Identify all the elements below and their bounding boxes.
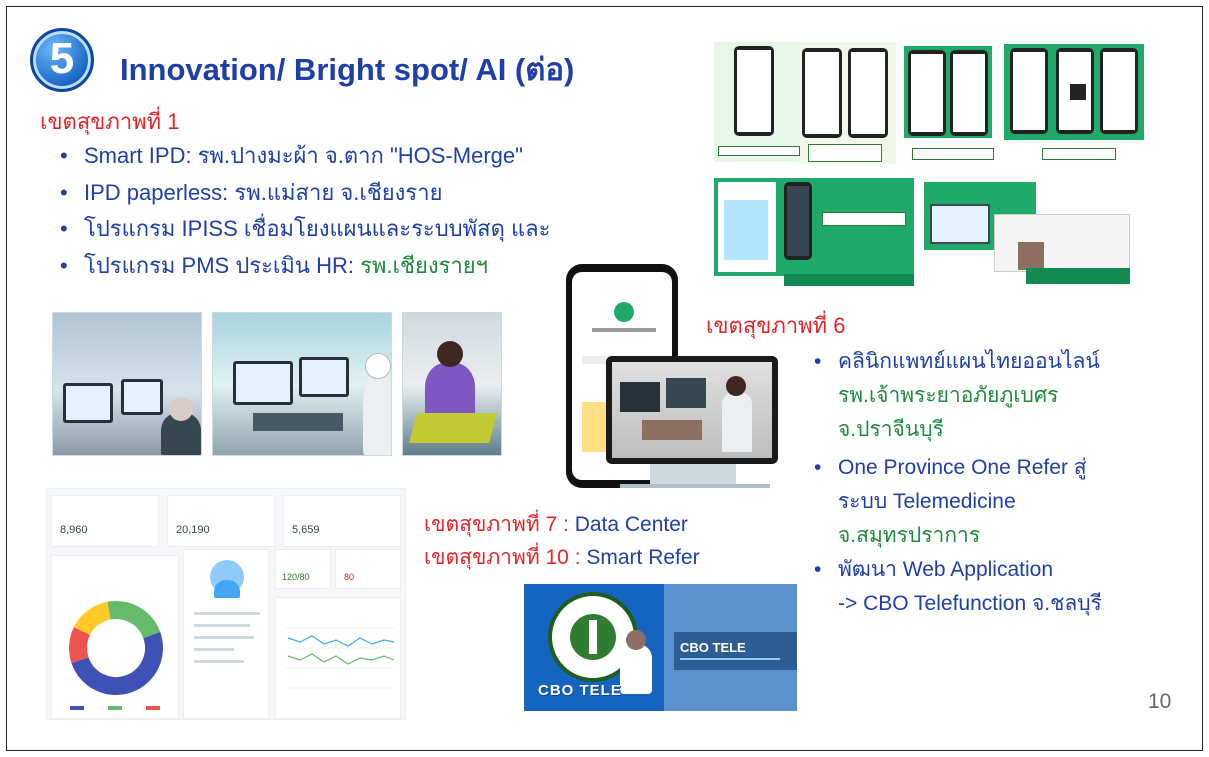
- pulse-chip: 80: [335, 549, 401, 589]
- list-item: IPD paperless: รพ.แม่สาย จ.เชียงราย: [60, 175, 550, 212]
- line-chart-card: [275, 597, 401, 719]
- list-item: One Province One Refer สู่ ระบบ Telemedi…: [814, 451, 1102, 553]
- stat-card: 20,190: [167, 495, 275, 547]
- cbo-logo-text: CBO TELE: [538, 682, 622, 699]
- doctor-icon: [620, 644, 652, 694]
- list-item: พัฒนา Web Application -> CBO Telefunctio…: [814, 553, 1102, 621]
- monitor-stand: [650, 464, 736, 486]
- app-screenshots-top: [714, 42, 1144, 292]
- patient-card: [183, 549, 269, 719]
- list-item: คลินิกแพทย์แผนไทยออนไลน์ รพ.เจ้าพระยาอภั…: [814, 345, 1102, 447]
- region6-list: คลินิกแพทย์แผนไทยออนไลน์ รพ.เจ้าพระยาอภั…: [814, 345, 1102, 621]
- region1-heading: เขตสุขภาพที่ 1: [40, 109, 180, 134]
- stat-card: 5,659: [283, 495, 401, 547]
- bp-chip: 120/80: [275, 549, 331, 589]
- list-item: Smart IPD: รพ.ปางมะผ้า จ.ตาก "HOS-Merge": [60, 138, 550, 175]
- section-number-badge: 5: [30, 28, 94, 92]
- donut-chart: [69, 601, 163, 710]
- ipd-photo-1: [52, 312, 202, 456]
- region6-heading: เขตสุขภาพที่ 6: [706, 313, 846, 338]
- line-chart: [286, 627, 395, 689]
- stat-card: 8,960: [51, 495, 159, 547]
- monitor-base: [620, 484, 770, 488]
- region10-line: เขตสุขภาพที่ 10 : Smart Refer: [424, 546, 700, 569]
- slide-title: Innovation/ Bright spot/ AI (ต่อ): [120, 52, 575, 87]
- data-center-dashboard: 8,960 20,190 5,659 120/80 80: [46, 488, 406, 720]
- cbo-banner-title: CBO TELE: [680, 640, 746, 655]
- list-item: โปรแกรม IPISS เชื่อมโยงแผนและระบบพัสดุ แ…: [60, 211, 550, 248]
- list-item: โปรแกรม PMS ประเมิน HR: รพ.เชียงรายฯ: [60, 248, 550, 285]
- donut-chart-card: [51, 555, 179, 719]
- cbo-tele-banner: CBO TELE CBO TELE: [524, 584, 797, 711]
- region1-list: Smart IPD: รพ.ปางมะผ้า จ.ตาก "HOS-Merge"…: [60, 138, 550, 284]
- ipd-photo-2: [212, 312, 392, 456]
- ipd-photo-3: [402, 312, 502, 456]
- region7-line: เขตสุขภาพที่ 7 : Data Center: [424, 513, 688, 536]
- page-number: 10: [1148, 690, 1172, 713]
- monitor-mockup: [606, 356, 778, 464]
